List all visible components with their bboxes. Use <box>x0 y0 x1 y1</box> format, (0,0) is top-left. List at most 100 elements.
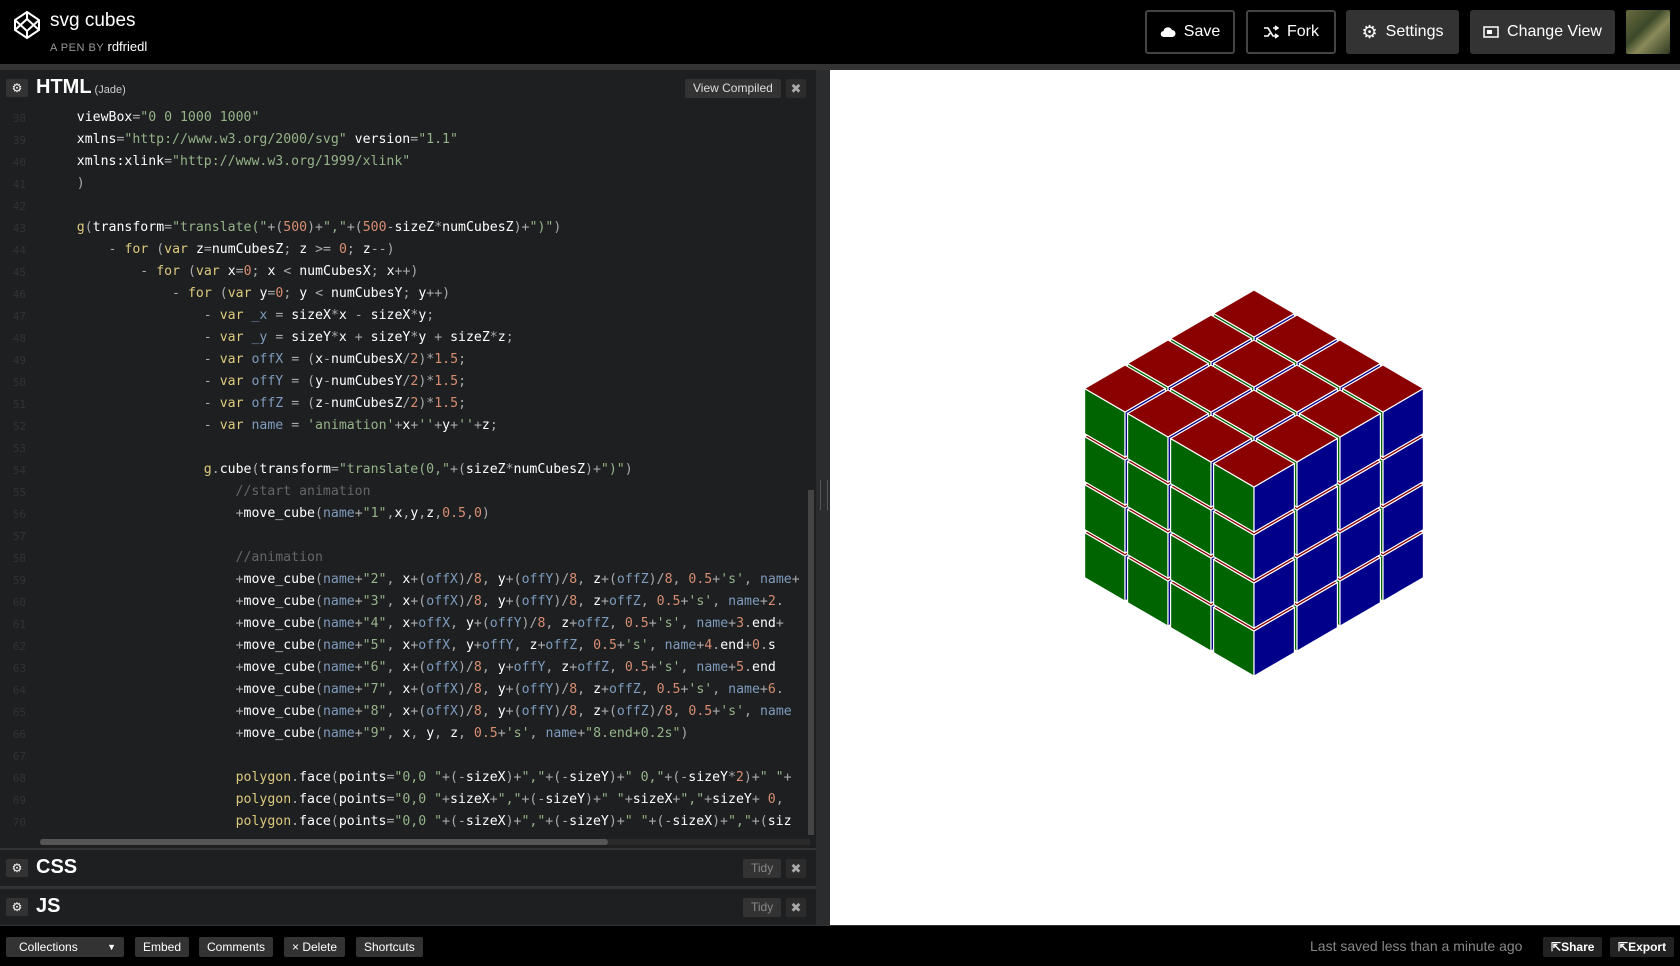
line-number: 39 <box>12 134 26 147</box>
code-line: - var _x = sizeX*x - sizeX*y; <box>203 308 435 323</box>
change-view-label: Change View <box>1507 23 1602 40</box>
html-close-icon[interactable]: ✖ <box>786 79 806 98</box>
pen-by-label: A PEN BY <box>50 42 104 54</box>
line-number: 42 <box>12 200 26 213</box>
line-number: 62 <box>12 640 26 653</box>
line-number: 56 <box>12 508 26 521</box>
codepen-logo-icon[interactable] <box>12 10 42 40</box>
collections-dropdown[interactable]: Collections ▼ <box>6 937 124 957</box>
line-number: 59 <box>12 574 26 587</box>
fork-button[interactable]: Fork <box>1246 10 1336 54</box>
code-line: +move_cube(name+"8", x+(offX)/8, y+(offY… <box>235 704 792 719</box>
line-number: 45 <box>12 266 26 279</box>
code-line: polygon.face(points="0,0 "+(-sizeX)+","+… <box>235 770 792 785</box>
html-code-editor[interactable]: 38 39 40 41 42 43 44 45 46 47 48 49 50 51 52 53 54 55 56 57… <box>0 106 816 841</box>
line-number: 60 <box>12 596 26 609</box>
code-line: - var offZ = (z-numCubesZ/2)*1.5; <box>203 396 467 411</box>
html-editor-header: ⚙ HTML (Jade) View Compiled ✖ <box>0 70 816 107</box>
pen-author-link[interactable]: rdfriedl <box>108 39 148 54</box>
cloud-icon <box>1160 27 1176 38</box>
line-number: 49 <box>12 354 26 367</box>
code-line: +move_cube(name+"7", x+(offX)/8, y+(offY… <box>235 682 784 697</box>
line-number: 46 <box>12 288 26 301</box>
line-number: 44 <box>12 244 26 257</box>
collections-label: Collections <box>19 940 78 954</box>
code-line: +move_cube(name+"6", x+(offX)/8, y+offY,… <box>235 660 776 675</box>
js-tidy-button[interactable]: Tidy <box>743 898 782 917</box>
pen-author-line: A PEN BY rdfriedl <box>50 39 147 54</box>
line-number: 52 <box>12 420 26 433</box>
line-number: 40 <box>12 156 26 169</box>
css-settings-gear-icon[interactable]: ⚙ <box>6 859 28 877</box>
js-close-icon[interactable]: ✖ <box>786 898 806 917</box>
change-view-button[interactable]: Change View <box>1470 10 1615 54</box>
shortcuts-button[interactable]: Shortcuts <box>356 937 423 957</box>
resize-grip-icon <box>820 480 828 510</box>
line-number: 67 <box>12 750 26 763</box>
top-bar: svg cubes A PEN BY rdfriedl Save Fork ⚙ … <box>0 0 1680 64</box>
fork-label: Fork <box>1287 23 1319 40</box>
code-line: viewBox="0 0 1000 1000" <box>45 110 260 125</box>
line-number: 51 <box>12 398 26 411</box>
share-button[interactable]: ⇱Share <box>1543 937 1603 957</box>
html-settings-gear-icon[interactable]: ⚙ <box>6 79 28 97</box>
view-compiled-button[interactable]: View Compiled <box>685 79 781 98</box>
line-number: 69 <box>12 794 26 807</box>
code-line: ) <box>76 176 85 191</box>
css-editor-header: ⚙ CSS Tidy ✖ <box>0 848 816 887</box>
code-line: xmlns:xlink="http://www.w3.org/1999/xlin… <box>45 154 411 169</box>
html-preprocessor-label: (Jade) <box>94 84 126 96</box>
line-number: 50 <box>12 376 26 389</box>
line-number-gutter: 38 39 40 41 42 43 44 45 46 47 48 49 50 51 52 53 54 55 56 57… <box>0 106 40 841</box>
code-line: - var name = 'animation'+x+''+y+''+z; <box>203 418 498 433</box>
share-label: Share <box>1561 940 1595 954</box>
css-editor-title: CSS <box>36 856 78 878</box>
vertical-scrollbar-thumb[interactable] <box>808 490 814 835</box>
horizontal-scrollbar-thumb[interactable] <box>40 839 608 845</box>
css-tidy-button[interactable]: Tidy <box>743 859 782 878</box>
code-line: - var offX = (x-numCubesX/2)*1.5; <box>203 352 467 367</box>
bottom-bar: Collections ▼ Embed Comments × Delete Sh… <box>0 925 1680 966</box>
js-editor-title: JS <box>36 895 61 917</box>
svg-cubes-render <box>1083 289 1425 678</box>
code-line: +move_cube(name+"9", x, y, z, 0.5+'s', n… <box>235 726 689 741</box>
result-preview[interactable] <box>830 70 1680 925</box>
line-number: 48 <box>12 332 26 345</box>
line-number: 64 <box>12 684 26 697</box>
embed-button[interactable]: Embed <box>135 937 190 957</box>
export-label: Export <box>1628 940 1667 954</box>
delete-button[interactable]: × Delete <box>284 937 346 957</box>
code-line: +move_cube(name+"3", x+(offX)/8, y+(offY… <box>235 594 784 609</box>
line-number: 68 <box>12 772 26 785</box>
settings-label: Settings <box>1385 23 1444 40</box>
line-number: 47 <box>12 310 26 323</box>
comments-button[interactable]: Comments <box>199 937 274 957</box>
code-line: - for (var x=0; x < numCubesX; x++) <box>140 264 419 279</box>
line-number: 43 <box>12 222 26 235</box>
caret-down-icon: ▼ <box>107 942 116 952</box>
code-line: xmlns="http://www.w3.org/2000/svg" versi… <box>45 132 458 147</box>
code-line: //animation <box>45 550 323 565</box>
code-line: g.cube(transform="translate(0,"+(sizeZ*n… <box>203 462 633 477</box>
line-number: 65 <box>12 706 26 719</box>
gear-icon: ⚙ <box>1361 21 1378 42</box>
export-button[interactable]: ⇱Export <box>1610 937 1675 957</box>
save-button[interactable]: Save <box>1145 10 1235 54</box>
code-line: - var _y = sizeY*x + sizeY*y + sizeZ*z; <box>203 330 514 345</box>
line-number: 38 <box>12 112 26 125</box>
fork-icon <box>1264 25 1279 39</box>
user-avatar[interactable] <box>1626 10 1670 54</box>
code-line: +move_cube(name+"2", x+(offX)/8, y+(offY… <box>235 572 800 587</box>
line-number: 53 <box>12 442 26 455</box>
line-number: 55 <box>12 486 26 499</box>
line-number: 57 <box>12 530 26 543</box>
code-line: - for (var y=0; y < numCubesY; y++) <box>172 286 451 301</box>
save-label: Save <box>1183 23 1221 40</box>
code-line: g(transform="translate("+(500)+","+(500-… <box>76 220 562 235</box>
export-icon: ⇱ <box>1618 940 1629 954</box>
css-close-icon[interactable]: ✖ <box>786 859 806 878</box>
settings-button[interactable]: ⚙ Settings <box>1346 10 1459 54</box>
js-settings-gear-icon[interactable]: ⚙ <box>6 898 28 916</box>
html-title-text: HTML <box>36 76 92 98</box>
line-number: 70 <box>12 816 26 829</box>
